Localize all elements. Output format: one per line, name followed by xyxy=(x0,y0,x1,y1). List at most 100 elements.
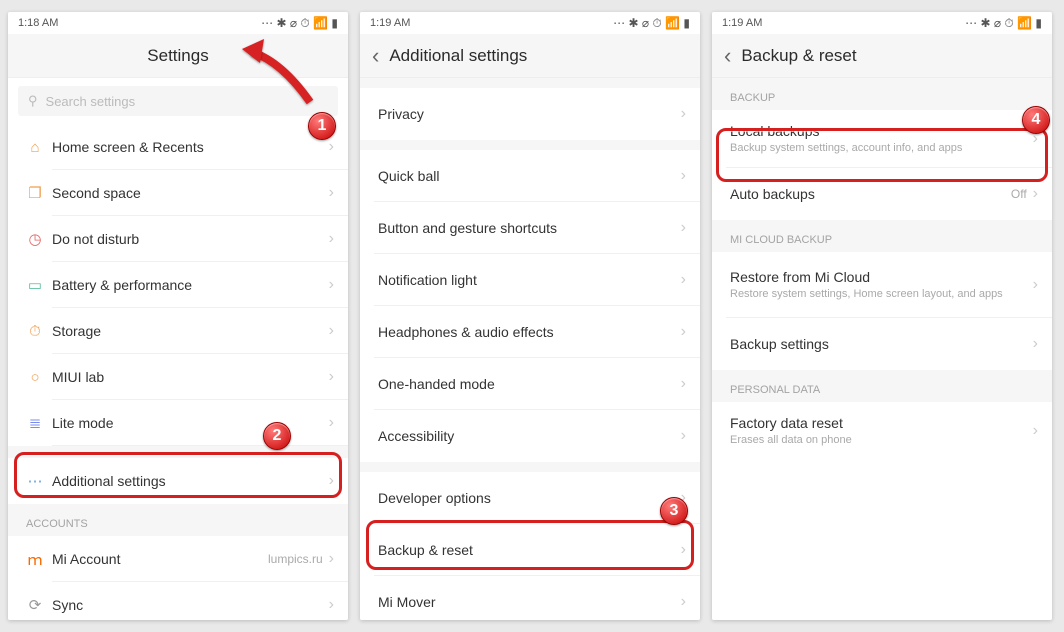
backup-list: BACKUP Local backups Backup system setti… xyxy=(712,78,1052,620)
row-button-gesture[interactable]: Button and gesture shortcuts › xyxy=(360,202,700,254)
row-label: Headphones & audio effects xyxy=(378,324,681,340)
chevron-right-icon: › xyxy=(681,541,686,559)
row-subtitle: Erases all data on phone xyxy=(730,434,1033,448)
row-label: Quick ball xyxy=(378,168,681,184)
status-icons: ⋯ ✱ ⌀ ⏱ 📶 ▮ xyxy=(613,16,690,31)
row-one-handed[interactable]: One-handed mode › xyxy=(360,358,700,410)
back-icon[interactable]: ‹ xyxy=(372,43,379,69)
row-miui-lab[interactable]: ○ MIUI lab › xyxy=(8,354,348,400)
chevron-right-icon: › xyxy=(1033,422,1038,440)
chevron-right-icon: › xyxy=(1033,185,1038,203)
status-bar: 1:19 AM ⋯ ✱ ⌀ ⏱ 📶 ▮ xyxy=(712,12,1052,34)
row-label: Notification light xyxy=(378,272,681,288)
row-label: Additional settings xyxy=(52,473,329,489)
page-title: Backup & reset xyxy=(741,46,856,66)
row-label: MIUI lab xyxy=(52,369,329,385)
section-accounts: ACCOUNTS xyxy=(8,504,348,536)
search-icon: ⚲ xyxy=(28,93,38,109)
section-personal: PERSONAL DATA xyxy=(712,370,1052,402)
search-bar[interactable]: ⚲ Search settings xyxy=(18,86,338,116)
status-icons: ⋯ ✱ ⌀ ⏱ 📶 ▮ xyxy=(965,16,1042,31)
screen-settings: 1:18 AM ⋯ ✱ ⌀ ⏱ 📶 ▮ Settings ⚲ Search se… xyxy=(8,12,348,620)
row-label: Do not disturb xyxy=(52,231,329,247)
sync-icon: ⟳ xyxy=(18,596,52,614)
row-subtitle: Restore system settings, Home screen lay… xyxy=(730,288,1033,302)
battery-icon: ▭ xyxy=(18,276,52,294)
row-subtitle: Backup system settings, account info, an… xyxy=(730,142,1033,156)
status-bar: 1:18 AM ⋯ ✱ ⌀ ⏱ 📶 ▮ xyxy=(8,12,348,34)
search-placeholder: Search settings xyxy=(46,94,136,109)
row-restore-micloud[interactable]: Restore from Mi Cloud Restore system set… xyxy=(712,252,1052,318)
title-bar: Settings xyxy=(8,34,348,78)
chevron-right-icon: › xyxy=(681,375,686,393)
row-storage[interactable]: ⏱ Storage › xyxy=(8,308,348,354)
row-second-space[interactable]: ❐ Second space › xyxy=(8,170,348,216)
row-lite-mode[interactable]: ≣ Lite mode › xyxy=(8,400,348,446)
chevron-right-icon: › xyxy=(329,596,334,614)
chevron-right-icon: › xyxy=(681,105,686,123)
chevron-right-icon: › xyxy=(1033,335,1038,353)
row-local-backups[interactable]: Local backups Backup system settings, ac… xyxy=(712,110,1052,168)
row-notification-light[interactable]: Notification light › xyxy=(360,254,700,306)
status-icons: ⋯ ✱ ⌀ ⏱ 📶 ▮ xyxy=(261,16,338,31)
row-label: Local backups xyxy=(730,123,1033,139)
row-dnd[interactable]: ◷ Do not disturb › xyxy=(8,216,348,262)
chevron-right-icon: › xyxy=(1033,130,1038,148)
row-label: Backup settings xyxy=(730,336,1033,352)
row-sync[interactable]: ⟳ Sync › xyxy=(8,582,348,620)
title-bar: ‹ Additional settings xyxy=(360,34,700,78)
copy-icon: ❐ xyxy=(18,184,52,202)
row-label: Second space xyxy=(52,185,329,201)
lite-icon: ≣ xyxy=(18,414,52,432)
row-value: Off xyxy=(1011,187,1027,201)
chevron-right-icon: › xyxy=(329,138,334,156)
settings-list: ⌂ Home screen & Recents › ❐ Second space… xyxy=(8,124,348,620)
chevron-right-icon: › xyxy=(681,427,686,445)
row-additional-settings[interactable]: ⋯ Additional settings › xyxy=(8,458,348,504)
row-developer-options[interactable]: Developer options › xyxy=(360,472,700,524)
chevron-right-icon: › xyxy=(681,271,686,289)
chevron-right-icon: › xyxy=(681,167,686,185)
row-label: Backup & reset xyxy=(378,542,681,558)
chevron-right-icon: › xyxy=(329,472,334,490)
storage-icon: ⏱ xyxy=(18,323,52,340)
section-micloud: MI CLOUD BACKUP xyxy=(712,220,1052,252)
chevron-right-icon: › xyxy=(681,323,686,341)
row-headphones[interactable]: Headphones & audio effects › xyxy=(360,306,700,358)
row-mi-account[interactable]: ｍ Mi Account lumpics.ru › xyxy=(8,536,348,582)
screen-backup-reset: 1:19 AM ⋯ ✱ ⌀ ⏱ 📶 ▮ ‹ Backup & reset BAC… xyxy=(712,12,1052,620)
row-label: One-handed mode xyxy=(378,376,681,392)
page-title: Settings xyxy=(147,46,208,66)
title-bar: ‹ Backup & reset xyxy=(712,34,1052,78)
row-home-screen[interactable]: ⌂ Home screen & Recents › xyxy=(8,124,348,170)
row-label: Developer options xyxy=(378,490,681,506)
dnd-icon: ◷ xyxy=(18,230,52,248)
row-label: Factory data reset xyxy=(730,415,1033,431)
row-auto-backups[interactable]: Auto backups Off › xyxy=(712,168,1052,220)
row-label: Lite mode xyxy=(52,415,329,431)
back-icon[interactable]: ‹ xyxy=(724,43,731,69)
lab-icon: ○ xyxy=(18,369,52,386)
status-bar: 1:19 AM ⋯ ✱ ⌀ ⏱ 📶 ▮ xyxy=(360,12,700,34)
chevron-right-icon: › xyxy=(329,550,334,568)
row-battery[interactable]: ▭ Battery & performance › xyxy=(8,262,348,308)
row-mi-mover[interactable]: Mi Mover › xyxy=(360,576,700,620)
row-quick-ball[interactable]: Quick ball › xyxy=(360,150,700,202)
row-label: Sync xyxy=(52,597,329,613)
row-label: Accessibility xyxy=(378,428,681,444)
row-label: Mi Mover xyxy=(378,594,681,610)
row-value: lumpics.ru xyxy=(268,552,323,566)
status-time: 1:19 AM xyxy=(370,17,410,29)
row-accessibility[interactable]: Accessibility › xyxy=(360,410,700,462)
row-backup-settings[interactable]: Backup settings › xyxy=(712,318,1052,370)
screen-additional-settings: 1:19 AM ⋯ ✱ ⌀ ⏱ 📶 ▮ ‹ Additional setting… xyxy=(360,12,700,620)
row-label: Storage xyxy=(52,323,329,339)
row-label: Mi Account xyxy=(52,551,268,567)
row-factory-reset[interactable]: Factory data reset Erases all data on ph… xyxy=(712,402,1052,460)
chevron-right-icon: › xyxy=(329,368,334,386)
row-privacy[interactable]: Privacy › xyxy=(360,88,700,140)
chevron-right-icon: › xyxy=(329,230,334,248)
row-backup-reset[interactable]: Backup & reset › xyxy=(360,524,700,576)
chevron-right-icon: › xyxy=(329,322,334,340)
status-time: 1:19 AM xyxy=(722,17,762,29)
